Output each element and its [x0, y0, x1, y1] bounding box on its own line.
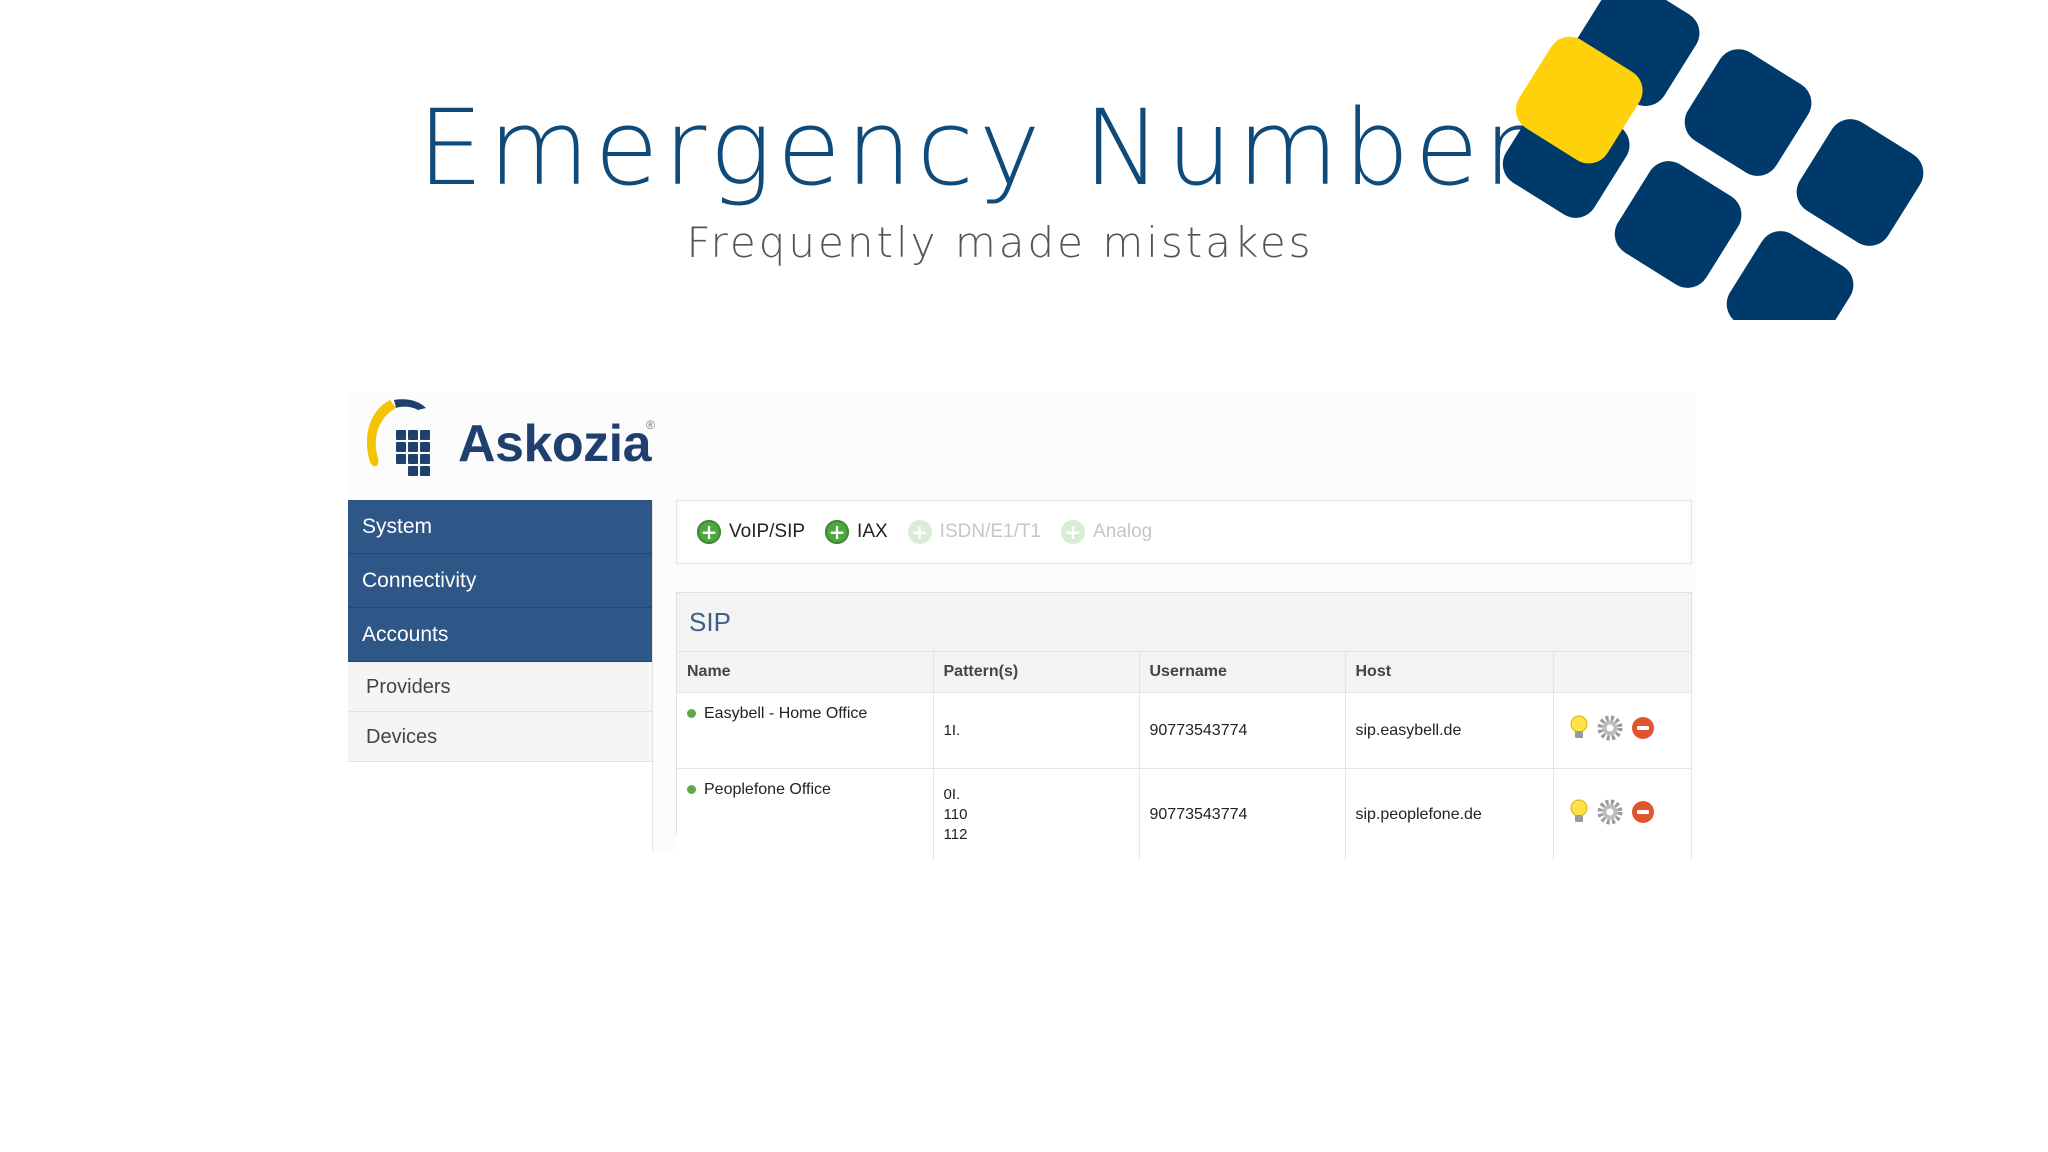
sidebar-item-providers[interactable]: Providers — [348, 662, 652, 712]
table-row: Peoplefone Office 0I. 110 112 9077354377… — [677, 768, 1692, 860]
add-circle-icon: + — [697, 520, 721, 544]
add-circle-icon: + — [1061, 520, 1086, 544]
provider-name-cell: Peoplefone Office — [677, 768, 934, 860]
add-circle-icon: + — [825, 520, 850, 544]
sip-providers-table: Name Pattern(s) Username Host Easybell -… — [677, 651, 1692, 860]
add-analog-label: Analog — [1093, 521, 1153, 542]
deco-tile — [1614, 161, 1742, 288]
patterns-cell: 1I. — [933, 692, 1140, 769]
add-iax-label: IAX — [857, 521, 888, 542]
sidebar: System Connectivity Accounts Providers D… — [348, 500, 653, 852]
lightbulb-icon[interactable] — [1568, 799, 1590, 830]
provider-name[interactable]: Easybell - Home Office — [704, 705, 867, 722]
host-cell: sip.easybell.de — [1345, 692, 1554, 769]
sidebar-item-devices[interactable]: Devices — [348, 712, 652, 762]
provider-name-cell: Easybell - Home Office — [677, 692, 934, 769]
add-analog-button: + Analog — [1061, 520, 1152, 544]
column-header-host: Host — [1345, 651, 1554, 693]
add-circle-icon: + — [907, 520, 932, 544]
status-dot-icon — [687, 709, 696, 719]
sip-panel: SIP Name Pattern(s) Username Host Easybe… — [676, 592, 1692, 860]
column-header-actions — [1553, 651, 1692, 693]
sip-panel-title: SIP — [689, 607, 731, 637]
table-row: Easybell - Home Office 1I. 90773543774 s… — [677, 692, 1692, 769]
add-isdn-button: + ISDN/E1/T1 — [907, 520, 1042, 544]
host-cell: sip.peoplefone.de — [1345, 768, 1554, 860]
status-dot-icon — [687, 785, 696, 795]
phone-keypad-icon — [366, 399, 430, 476]
add-iax-button[interactable]: + IAX — [825, 520, 888, 544]
deco-tile — [1684, 49, 1812, 176]
pattern-value: 1I. — [943, 721, 961, 739]
sidebar-item-connectivity[interactable]: Connectivity — [348, 554, 652, 608]
column-header-patterns: Pattern(s) — [933, 651, 1140, 693]
decorative-tiles — [1500, 0, 2048, 320]
actions-cell — [1553, 692, 1692, 769]
provider-name[interactable]: Peoplefone Office — [704, 781, 831, 798]
delete-icon[interactable] — [1630, 715, 1656, 746]
deco-tile — [1796, 119, 1924, 246]
slide-subtitle-text: Frequently made mistakes — [686, 218, 1314, 267]
column-header-name: Name — [677, 651, 934, 693]
logo-text: Askozia — [458, 415, 652, 473]
sidebar-item-system[interactable]: System — [348, 500, 652, 554]
add-isdn-label: ISDN/E1/T1 — [939, 521, 1042, 542]
add-voip-sip-label: VoIP/SIP — [729, 521, 806, 542]
delete-icon[interactable] — [1630, 799, 1656, 830]
actions-cell — [1553, 768, 1692, 860]
askozia-logo: Askozia ® — [360, 396, 660, 488]
username-cell: 90773543774 — [1139, 692, 1346, 769]
username-cell: 90773543774 — [1139, 768, 1346, 860]
add-voip-sip-button[interactable]: + VoIP/SIP — [697, 520, 805, 544]
registered-mark: ® — [646, 418, 655, 432]
askozia-screenshot: Askozia ® System Connectivity Accounts P… — [348, 392, 1696, 860]
pattern-value: 110 — [943, 805, 968, 823]
column-header-username: Username — [1139, 651, 1346, 693]
lightbulb-icon[interactable] — [1568, 715, 1590, 746]
provider-add-toolbar: + VoIP/SIP + IAX + ISDN/E1/T1 + Analog — [676, 500, 1692, 564]
patterns-cell: 0I. 110 112 — [933, 768, 1140, 860]
table-header-row: Name Pattern(s) Username Host — [677, 651, 1692, 693]
slide-title-text: Emergency Numbers — [417, 87, 1591, 209]
gear-icon[interactable] — [1596, 714, 1624, 747]
pattern-value: 0I. — [943, 785, 961, 803]
deco-tile — [1726, 231, 1854, 320]
sidebar-item-accounts[interactable]: Accounts — [348, 608, 652, 662]
pattern-value: 112 — [943, 825, 968, 843]
gear-icon[interactable] — [1596, 798, 1624, 831]
